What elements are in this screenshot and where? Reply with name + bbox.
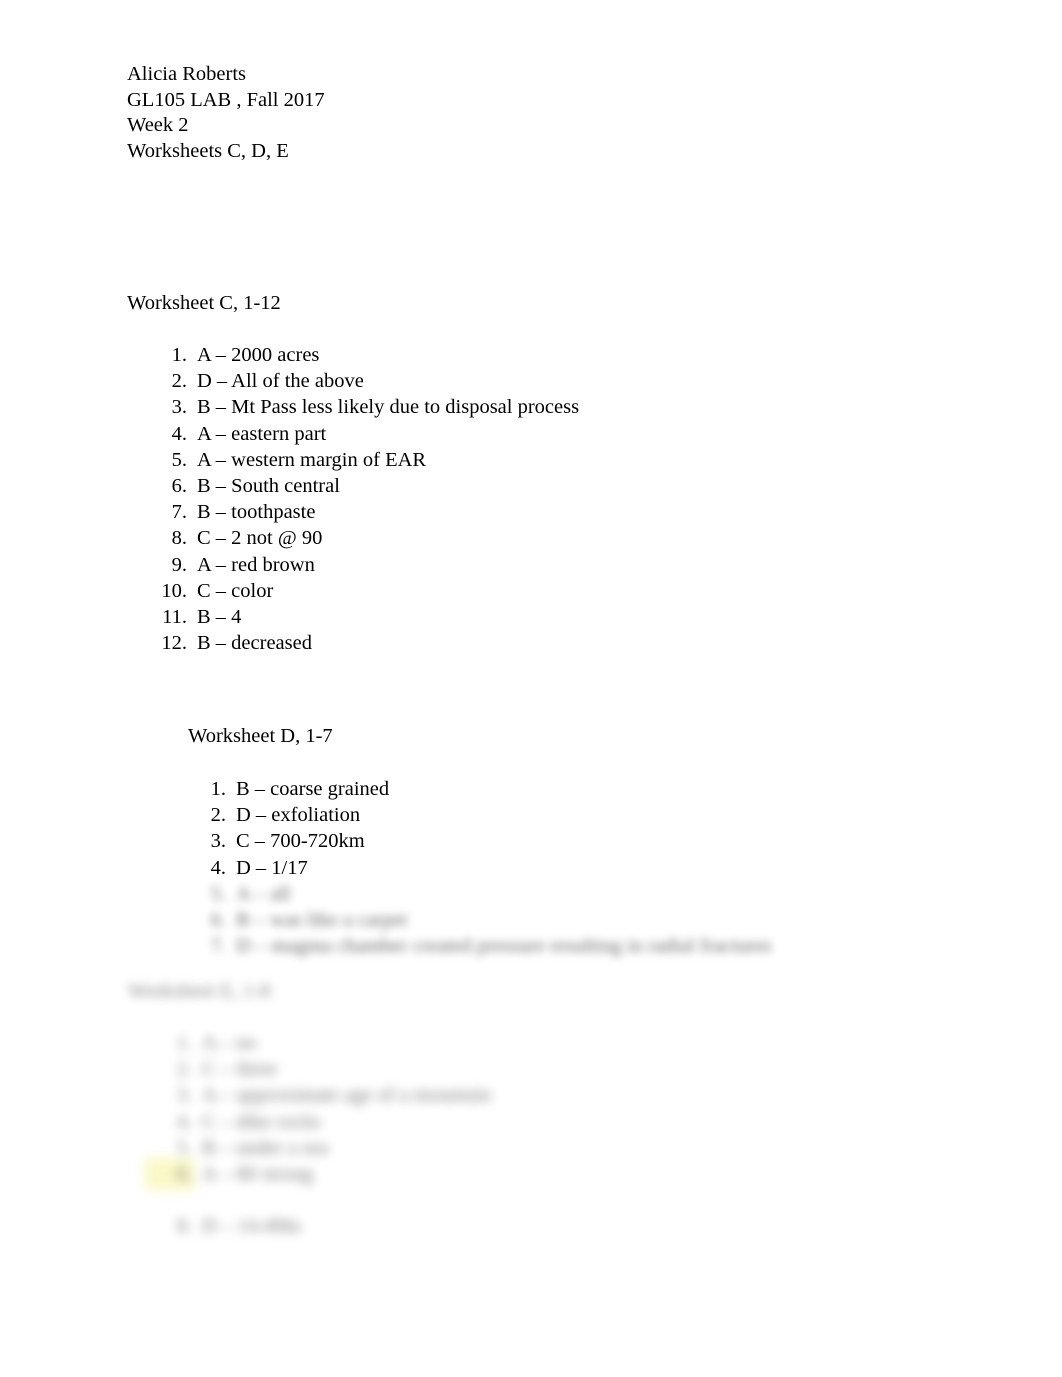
answer-number: 3.	[176, 1084, 192, 1107]
answer-number: 11.	[162, 605, 187, 628]
answer-text: A – eastern part	[197, 422, 327, 445]
answer-number: 6.	[148, 1160, 192, 1188]
answer-number: 7.	[210, 935, 226, 958]
answer-number: 2.	[176, 1058, 192, 1081]
answer-number: 8.	[171, 527, 187, 550]
answer-text: A – western margin of EAR	[197, 448, 427, 471]
answer-number: 8.	[176, 1215, 192, 1238]
answer-number: 1.	[210, 778, 226, 800]
answer-number: 6.	[171, 474, 187, 497]
answer-number: 2.	[171, 370, 187, 393]
answer-text: A – 2000 acres	[197, 344, 320, 366]
header-line-worksheets: Worksheets C, D, E	[127, 139, 289, 162]
answer-text: C – 2 not @ 90	[197, 527, 323, 550]
answer-number: 4.	[210, 856, 226, 879]
answer-number: 3.	[171, 396, 187, 419]
answer-text: D – exfoliation	[236, 804, 361, 827]
document-page: Alicia Roberts GL105 LAB , Fall 2017 Wee…	[0, 0, 1062, 1377]
answer-text: B – under a sea	[202, 1136, 329, 1159]
answer-number: 4.	[176, 1110, 192, 1133]
answer-text: B – 4	[197, 605, 242, 628]
answer-number: 5.	[171, 448, 187, 471]
answer-number: 12.	[161, 632, 187, 655]
answer-text: D – 1/17	[236, 856, 308, 879]
answer-text: A – approximate age of a mountain	[202, 1084, 492, 1107]
answer-number: 1.	[176, 1032, 192, 1054]
document-header: Alicia Roberts GL105 LAB , Fall 2017 Wee…	[127, 62, 325, 164]
answer-text: D – 14.4Ma	[202, 1215, 301, 1238]
header-line-week: Week 2	[127, 114, 189, 136]
answer-number: 7.	[171, 501, 187, 524]
answer-text: B – Mt Pass less likely due to disposal …	[197, 396, 580, 419]
answer-text: B – toothpaste	[197, 501, 316, 524]
answer-text: A – 80 strong	[202, 1162, 314, 1185]
answer-text: C – three	[202, 1058, 278, 1081]
answer-text: D – magma chamber created pressure resul…	[236, 935, 772, 958]
answer-text: C – color	[197, 579, 274, 602]
answer-text: A – all	[236, 882, 291, 905]
header-line-student-name: Alicia Roberts	[127, 63, 246, 85]
answer-text: C – 700-720km	[236, 830, 365, 853]
header-line-course: GL105 LAB , Fall 2017	[127, 88, 325, 111]
answer-number: 2.	[210, 804, 226, 827]
answer-number: 3.	[210, 830, 226, 853]
worksheet-d-heading: Worksheet D, 1-7	[188, 725, 333, 747]
worksheet-e-heading: Worksheet E, 1-8	[128, 980, 271, 1002]
answer-number: 9.	[171, 553, 187, 576]
answer-number: 6.	[210, 908, 226, 931]
answer-text: A – red brown	[197, 553, 315, 576]
answer-text: B – was like a carpet	[236, 908, 408, 931]
answer-text: C – dike rocks	[202, 1110, 321, 1133]
answer-number: 4.	[171, 422, 187, 445]
answer-number: 10.	[161, 579, 187, 602]
answer-text: B – South central	[197, 474, 340, 497]
answer-text: B – decreased	[197, 632, 312, 655]
answer-text: A – no	[202, 1032, 257, 1054]
answer-text: B – coarse grained	[236, 778, 390, 800]
worksheet-c-heading: Worksheet C, 1-12	[127, 292, 281, 314]
answer-number: 5.	[210, 882, 226, 905]
answer-number: 5.	[176, 1136, 192, 1159]
answer-text: D – All of the above	[197, 370, 364, 393]
answer-number: 1.	[171, 344, 187, 366]
